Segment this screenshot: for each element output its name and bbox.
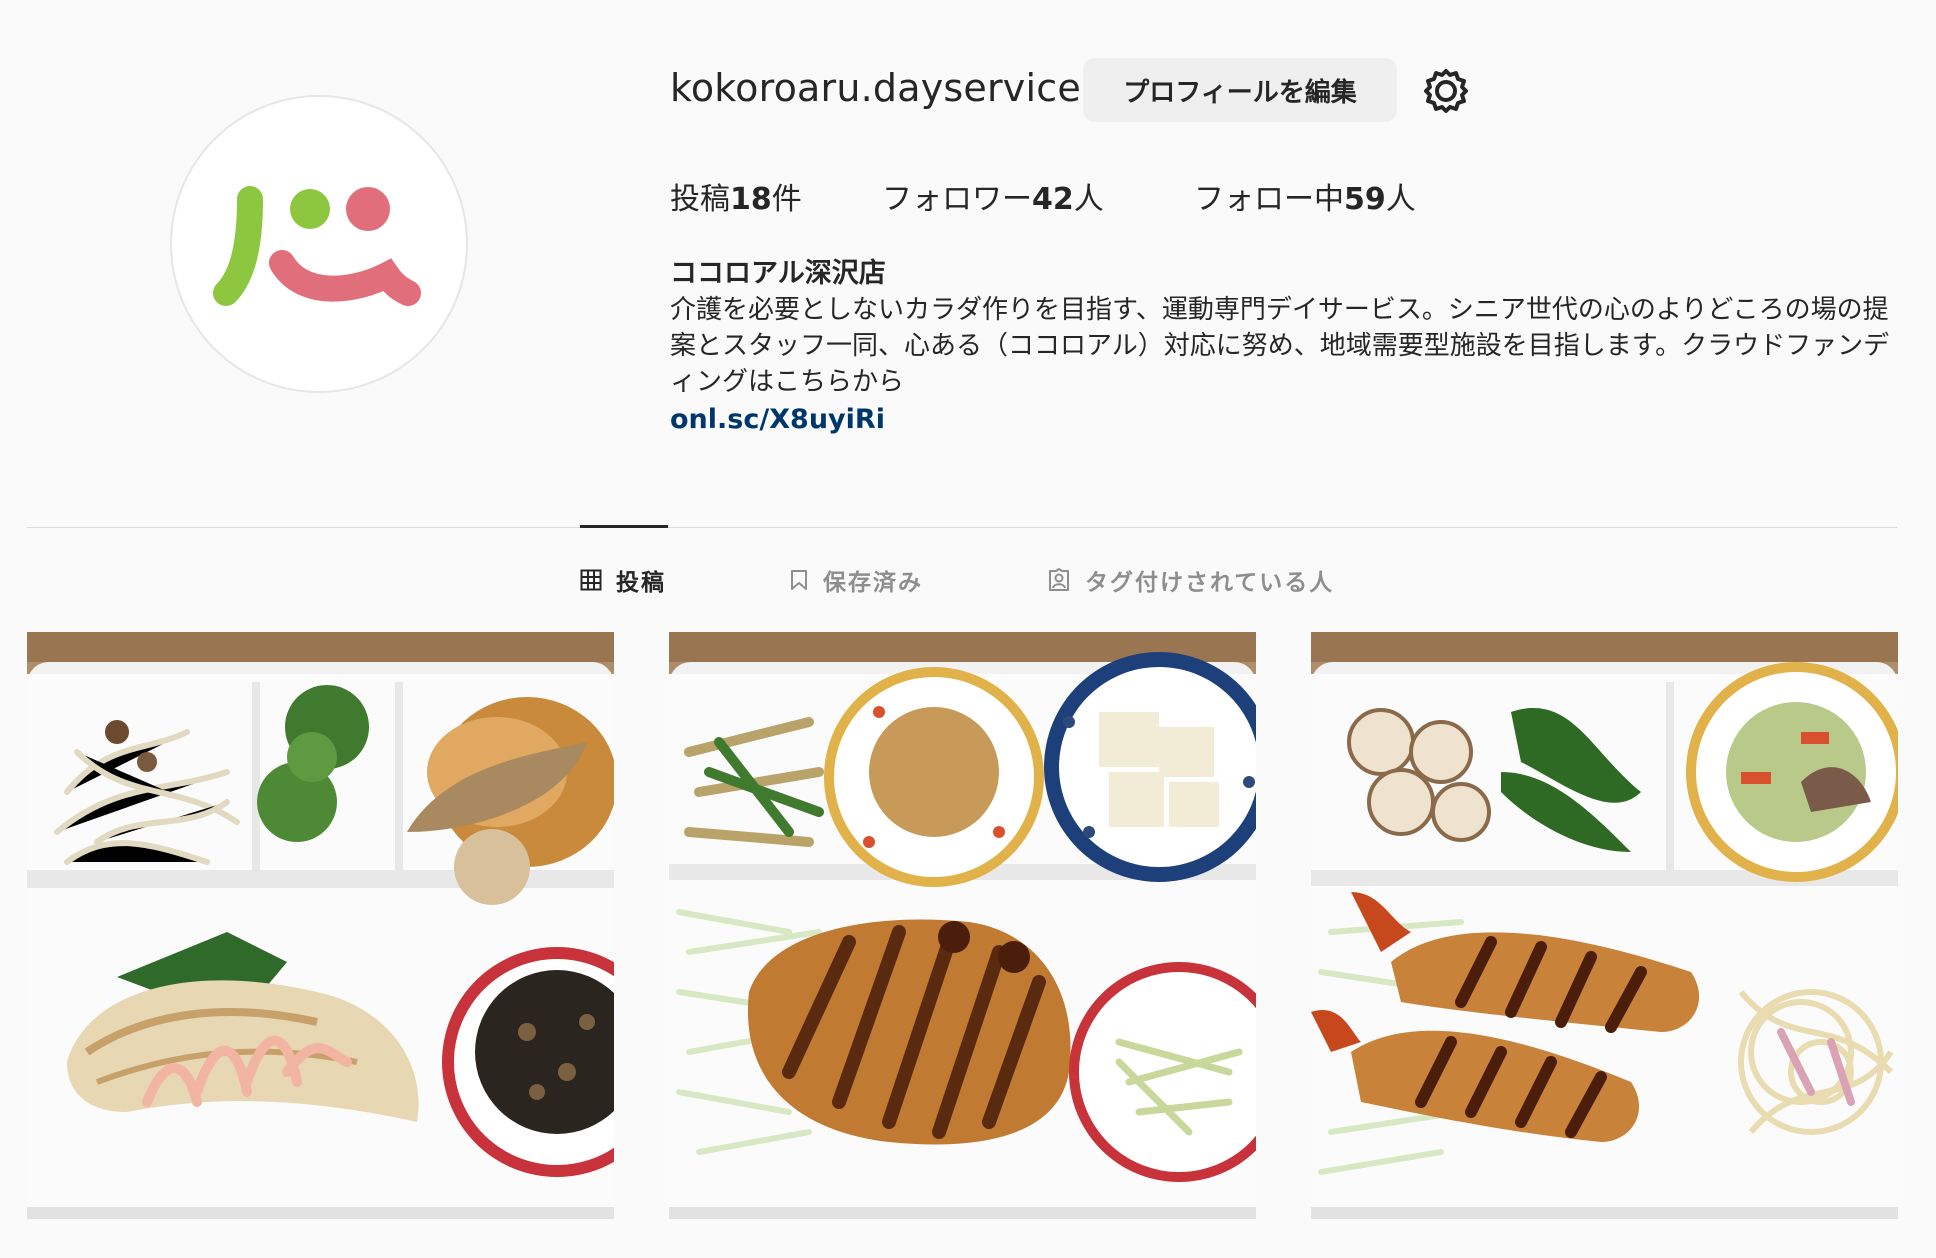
profile-page: kokoroaru.dayservice プロフィールを編集 投稿 18 件 フォロ…	[0, 0, 1936, 1258]
following-label: フォロー中	[1194, 182, 1344, 217]
following-count: 59	[1344, 182, 1386, 217]
followers-label: フォロワー	[882, 182, 1032, 217]
tab-tagged[interactable]: タグ付けされている人	[1047, 562, 1334, 598]
tagged-person-icon	[1049, 568, 1069, 591]
followers-stat[interactable]: フォロワー 42 人	[882, 174, 1194, 218]
kokoro-logo-icon	[213, 186, 421, 306]
post-photo-bento-ebi-fry	[1311, 632, 1898, 1219]
settings-gear-icon[interactable]	[1421, 66, 1471, 116]
posts-count: 18	[730, 182, 772, 217]
post-thumbnail[interactable]	[27, 632, 614, 1219]
tabs-divider	[27, 527, 1897, 528]
active-tab-indicator	[580, 525, 668, 528]
tab-tagged-label: タグ付けされている人	[1085, 570, 1335, 596]
posts-count-stat: 投稿 18 件	[670, 174, 882, 218]
post-thumbnail[interactable]	[1311, 632, 1898, 1219]
posts-unit: 件	[771, 182, 802, 217]
following-stat[interactable]: フォロー中 59 人	[1194, 174, 1416, 218]
edit-profile-button[interactable]: プロフィールを編集	[1083, 58, 1397, 122]
grid-icon	[580, 569, 602, 591]
followers-unit: 人	[1073, 182, 1104, 217]
bio-display-name: ココロアル深沢店	[670, 258, 886, 289]
profile-username: kokoroaru.dayservice	[670, 66, 1081, 110]
followers-count: 42	[1032, 182, 1074, 217]
post-photo-bento-fish	[27, 632, 614, 1219]
post-thumbnail[interactable]	[669, 632, 1256, 1219]
tab-posts[interactable]: 投稿	[580, 562, 666, 598]
profile-stats: 投稿 18 件 フォロワー 42 人 フォロー中 59 人	[670, 172, 1416, 220]
post-photo-bento-tonkatsu	[669, 632, 1256, 1219]
profile-bio: ココロアル深沢店 介護を必要としないカラダ作りを目指す、運動専門デイサービス。シ…	[670, 256, 1900, 440]
bio-description: 介護を必要としないカラダ作りを目指す、運動専門デイサービス。シニア世代の心のより…	[670, 295, 1890, 397]
following-unit: 人	[1385, 182, 1416, 217]
bookmark-icon	[791, 570, 807, 590]
profile-avatar[interactable]	[170, 95, 468, 393]
tab-posts-label: 投稿	[616, 570, 666, 596]
tab-saved-label: 保存済み	[823, 570, 923, 596]
posts-label: 投稿	[670, 182, 730, 217]
bio-external-link[interactable]: onl.sc/X8uyiRi	[670, 400, 885, 440]
tab-saved[interactable]: 保存済み	[789, 562, 923, 598]
